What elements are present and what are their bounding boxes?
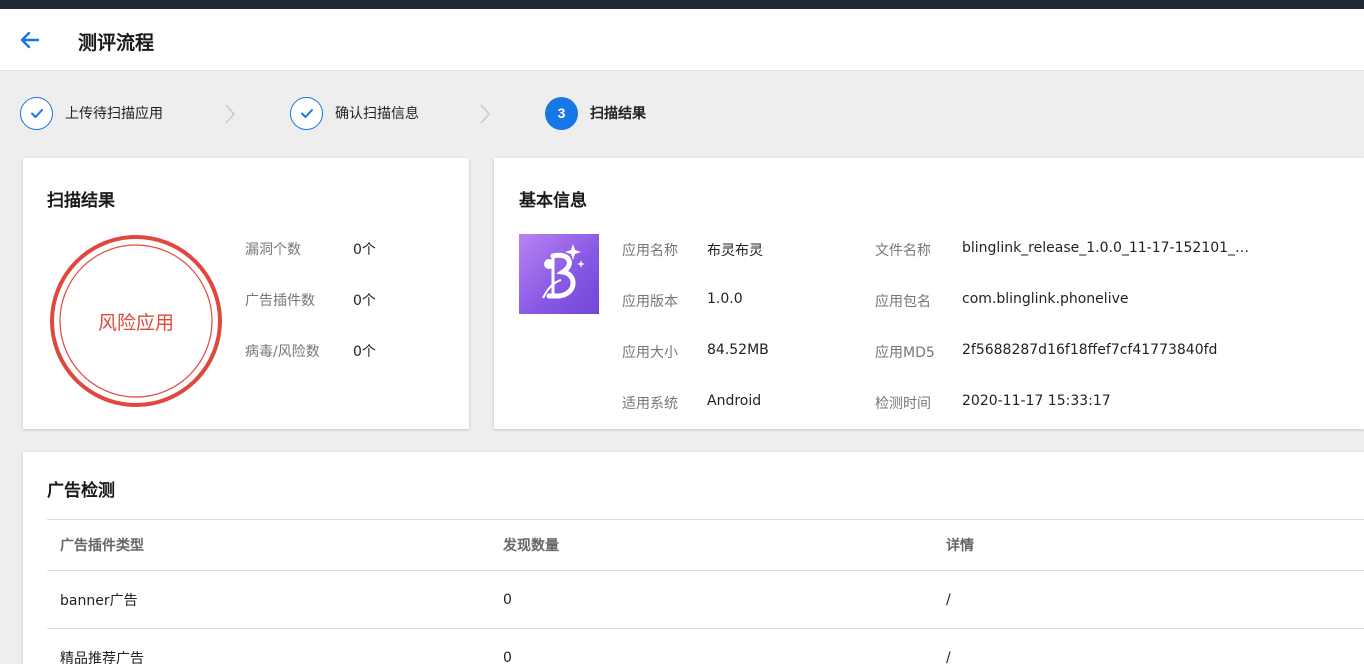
ad-detection-card: 广告检测 广告插件类型 发现数量 详情 banner广告 0 / 精品推荐广告 …	[23, 452, 1364, 664]
step-label: 扫描结果	[590, 106, 646, 122]
card-title: 基本信息	[519, 191, 587, 211]
back-button[interactable]	[18, 28, 42, 52]
info-value: blinglink_release_1.0.0_11-17-152101_10.…	[962, 240, 1252, 256]
stat-value: 0个	[353, 344, 376, 360]
table-cell: 0	[503, 649, 512, 664]
step-progress: 上传待扫描应用 确认扫描信息 3 扫描结果	[0, 71, 1364, 157]
app-icon	[519, 234, 599, 314]
info-label: 应用包名	[875, 294, 931, 310]
card-title: 扫描结果	[47, 191, 115, 211]
table-row: banner广告 0 /	[47, 570, 1364, 628]
step-complete-badge	[20, 96, 53, 130]
column-header: 发现数量	[503, 538, 559, 554]
step-confirm: 确认扫描信息	[290, 96, 419, 130]
chevron-right-icon	[480, 104, 491, 124]
arrow-left-icon	[20, 31, 40, 49]
info-value: 84.52MB	[707, 342, 769, 358]
table-header-row: 广告插件类型 发现数量 详情	[47, 519, 1364, 570]
top-strip	[0, 0, 1364, 9]
scan-result-card: 扫描结果 风险应用 漏洞个数 0个 广告插件数 0个 病毒/风险数 0个	[23, 158, 469, 429]
check-icon	[300, 109, 313, 118]
card-title: 广告检测	[47, 481, 115, 501]
info-label: 应用名称	[622, 243, 678, 259]
column-header: 详情	[946, 538, 974, 554]
table-cell: 0	[503, 591, 512, 608]
info-value: com.blinglink.phonelive	[962, 291, 1129, 307]
stat-label: 漏洞个数	[245, 242, 301, 258]
table-cell: /	[946, 649, 951, 664]
stat-label: 广告插件数	[245, 293, 315, 309]
table-cell: banner广告	[60, 592, 138, 609]
page-header: 测评流程	[0, 9, 1364, 71]
table-cell: 精品推荐广告	[60, 650, 144, 664]
info-value: 2020-11-17 15:33:17	[962, 393, 1111, 409]
info-label: 应用MD5	[875, 345, 935, 361]
step-upload: 上传待扫描应用	[20, 96, 163, 130]
info-value: 2f5688287d16f18ffef7cf41773840fd	[962, 342, 1218, 358]
stat-value: 0个	[353, 242, 376, 258]
check-icon	[30, 109, 43, 118]
ad-table: 广告插件类型 发现数量 详情 banner广告 0 / 精品推荐广告 0 /	[47, 519, 1364, 664]
info-label: 适用系统	[622, 396, 678, 412]
info-label: 应用大小	[622, 345, 678, 361]
step-result: 3 扫描结果	[545, 96, 646, 130]
risk-verdict: 风险应用	[97, 311, 174, 334]
info-value: 布灵布灵	[707, 243, 763, 259]
table-cell: /	[946, 591, 951, 608]
app-logo-icon	[542, 244, 585, 299]
info-value: 1.0.0	[707, 291, 743, 307]
info-label: 文件名称	[875, 243, 931, 259]
chevron-right-icon	[225, 104, 236, 124]
info-label: 应用版本	[622, 294, 678, 310]
page-title: 测评流程	[78, 32, 155, 54]
step-label: 上传待扫描应用	[65, 106, 163, 122]
info-label: 检测时间	[875, 396, 931, 412]
step-number-badge: 3	[545, 96, 578, 130]
step-complete-badge	[290, 96, 323, 130]
info-value: Android	[707, 393, 762, 409]
stat-label: 病毒/风险数	[245, 344, 320, 360]
step-label: 确认扫描信息	[335, 106, 419, 122]
column-header: 广告插件类型	[60, 538, 144, 554]
basic-info-card: 基本信息 应用名称 布灵布灵 应用版本 1.0.0 应用大小 84.52MB 适…	[494, 158, 1364, 429]
stat-value: 0个	[353, 293, 376, 309]
table-row: 精品推荐广告 0 /	[47, 628, 1364, 664]
